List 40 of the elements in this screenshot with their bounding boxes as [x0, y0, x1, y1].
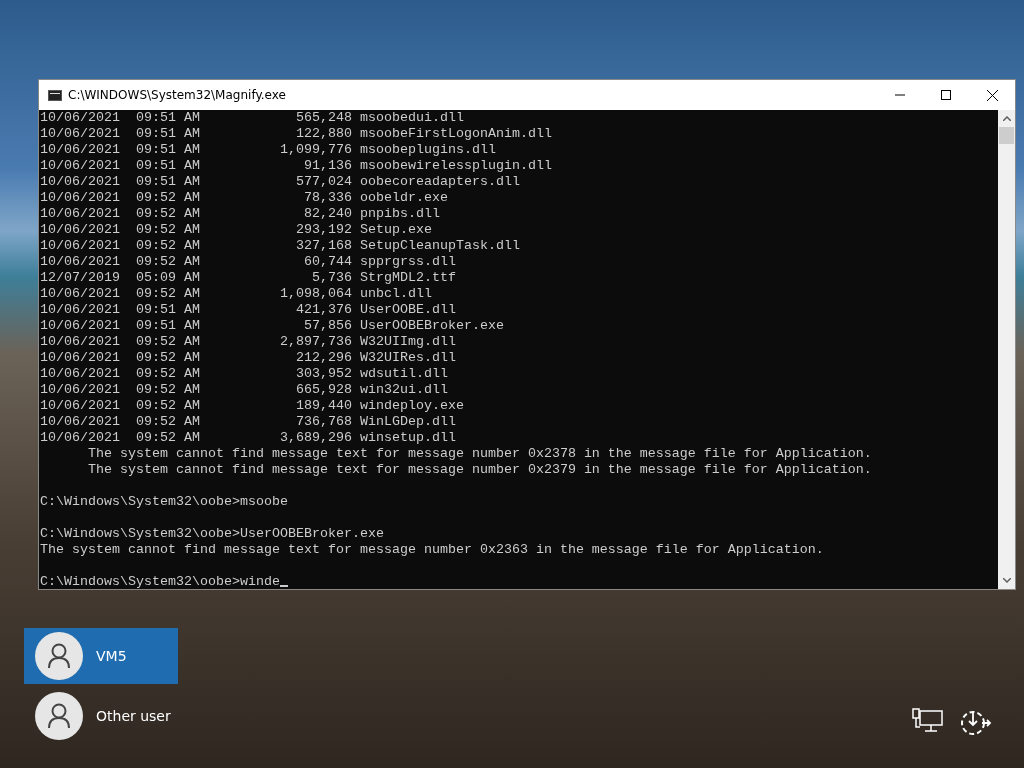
- console-line: 10/06/2021 09:51 AM 122,880 msoobeFirstLogonAnim.dll: [40, 126, 553, 142]
- console-line: 10/06/2021 09:51 AM 1,099,776 msoobeplugins.dll: [40, 142, 497, 158]
- user-tile[interactable]: Other user: [24, 688, 178, 744]
- console-line: 10/06/2021 09:52 AM 212,296 W32UIRes.dll: [40, 350, 457, 366]
- scrollbar[interactable]: [998, 110, 1015, 589]
- text-cursor: [279, 585, 288, 587]
- network-icon[interactable]: [912, 708, 944, 734]
- console-line: 10/06/2021 09:51 AM 91,136 msoobewirelessplugin.dll: [40, 158, 553, 174]
- console-line: C:\Windows\System32\oobe>UserOOBEBroker.exe: [40, 526, 385, 542]
- console-line: 10/06/2021 09:52 AM 189,440 windeploy.exe: [40, 398, 465, 414]
- console-line: 10/06/2021 09:52 AM 293,192 Setup.exe: [40, 222, 433, 238]
- console-app-icon: [48, 89, 62, 101]
- console-line: 12/07/2019 05:09 AM 5,736 StrgMDL2.ttf: [40, 270, 457, 286]
- user-avatar-icon: [48, 703, 70, 729]
- console-line: 10/06/2021 09:52 AM 60,744 spprgrss.dll: [40, 254, 457, 270]
- console-line: 10/06/2021 09:51 AM 57,856 UserOOBEBroker.exe: [40, 318, 505, 334]
- console-line: 10/06/2021 09:52 AM 1,098,064 unbcl.dll: [40, 286, 433, 302]
- console-line: 10/06/2021 09:52 AM 736,768 WinLGDep.dll: [40, 414, 457, 430]
- console-line: The system cannot find message text for message number 0x2379 in the message file for Application.: [87, 462, 873, 478]
- console-line: 10/06/2021 09:52 AM 665,928 win32ui.dll: [40, 382, 449, 398]
- console-line: 10/06/2021 09:52 AM 303,952 wdsutil.dll: [40, 366, 449, 382]
- user-avatar-icon: [48, 643, 70, 669]
- console-line: C:\Windows\System32\oobe>msoobe: [40, 494, 289, 510]
- window-title: C:\WINDOWS\System32\Magnify.exe: [68, 88, 287, 102]
- console-line: 10/06/2021 09:52 AM 78,336 oobeldr.exe: [40, 190, 449, 206]
- console-line: The system cannot find message text for message number 0x2378 in the message file for Application.: [87, 446, 873, 462]
- close-icon: [986, 89, 998, 101]
- user-tile[interactable]: VM5: [24, 628, 178, 684]
- console-line: 10/06/2021 09:52 AM 3,689,296 winsetup.dll: [40, 430, 457, 446]
- scrollbar-thumb[interactable]: [999, 127, 1014, 144]
- console-line: 10/06/2021 09:52 AM 2,897,736 W32UIImg.dll: [40, 334, 457, 350]
- command-prompt[interactable]: C:\Windows\System32\oobe>winde: [40, 574, 280, 589]
- console-line: 10/06/2021 09:52 AM 82,240 pnpibs.dll: [40, 206, 441, 222]
- console-line: 10/06/2021 09:51 AM 577,024 oobecoreadapters.dll: [40, 174, 521, 190]
- console-line: 10/06/2021 09:51 AM 565,248 msoobedui.dll: [40, 110, 465, 126]
- accessibility-icon[interactable]: [960, 708, 992, 736]
- console-line: The system cannot find message text for message number 0x2363 in the message file for Application.: [40, 542, 825, 558]
- console-line: 10/06/2021 09:51 AM 421,376 UserOOBE.dll: [40, 302, 457, 318]
- maximize-icon: [941, 90, 951, 100]
- console-line: 10/06/2021 09:52 AM 327,168 SetupCleanupTask.dll: [40, 238, 521, 254]
